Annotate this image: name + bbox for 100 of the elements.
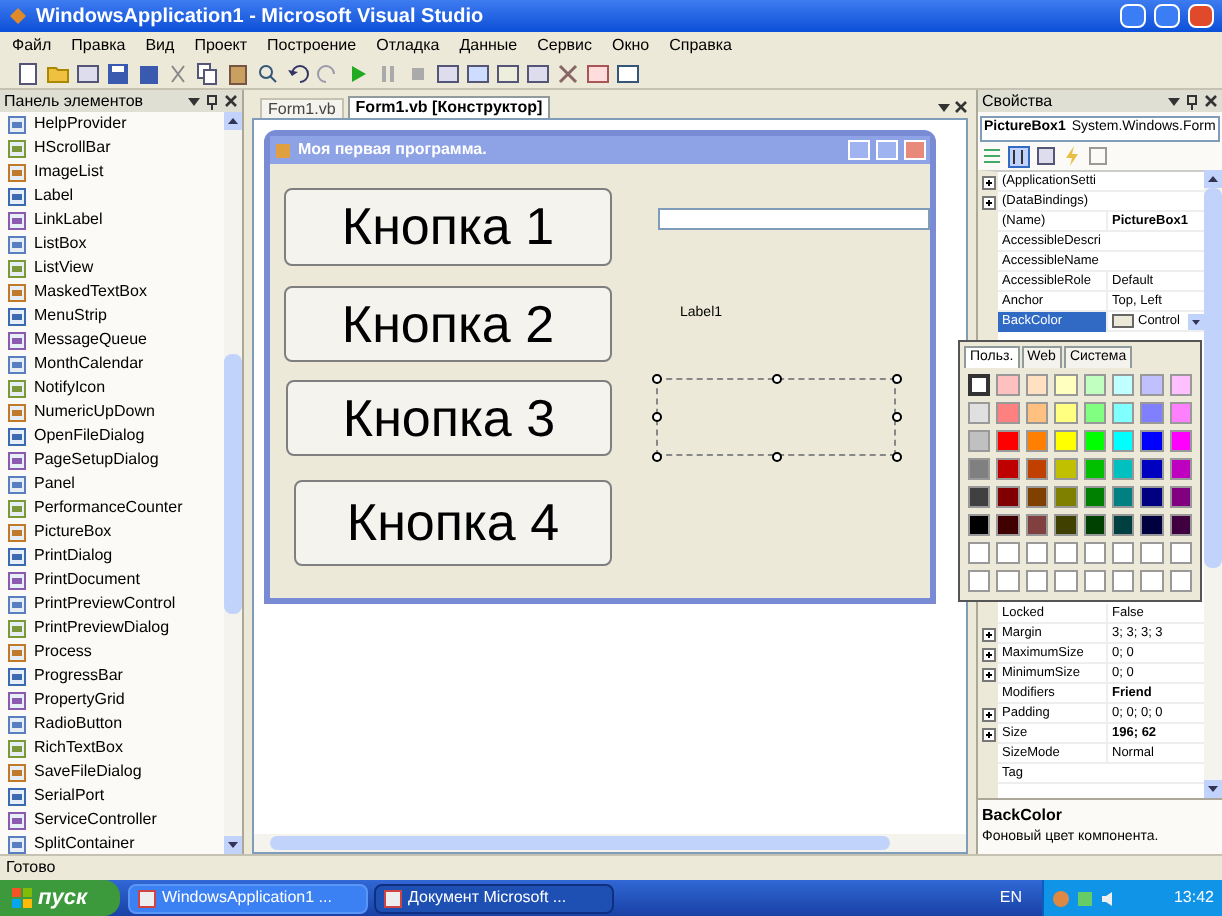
color-swatch[interactable] (996, 458, 1020, 480)
color-swatch[interactable] (1111, 486, 1135, 508)
color-swatch[interactable] (1169, 514, 1192, 536)
toolbox-item[interactable]: PageSetupDialog (0, 448, 224, 472)
copy-icon[interactable] (196, 62, 220, 86)
scissors-icon[interactable] (166, 62, 190, 86)
scroll-up-icon[interactable] (1204, 170, 1222, 188)
resize-handle[interactable] (892, 452, 902, 462)
color-swatch[interactable] (1111, 402, 1135, 424)
scrollbar[interactable] (1204, 170, 1222, 798)
scroll-thumb[interactable] (1204, 188, 1222, 568)
scroll-down-icon[interactable] (224, 836, 242, 854)
toolbox-item[interactable]: HelpProvider (0, 112, 224, 136)
menu-item[interactable]: Отладка (376, 34, 440, 58)
minimize-button[interactable] (1120, 4, 1146, 28)
toolbox-item[interactable]: PictureBox (0, 520, 224, 544)
resize-handle[interactable] (772, 452, 782, 462)
window-icon[interactable] (616, 62, 640, 86)
pin-icon[interactable] (1186, 93, 1198, 109)
color-swatch[interactable] (1054, 430, 1077, 452)
toolbox-item[interactable]: NumericUpDown (0, 400, 224, 424)
color-swatch[interactable] (996, 430, 1020, 452)
toolbox-item[interactable]: SerialPort (0, 784, 224, 808)
play-icon[interactable] (346, 62, 370, 86)
toolbox-item[interactable]: PrintDialog (0, 544, 224, 568)
window-icon[interactable] (436, 62, 460, 86)
menu-item[interactable]: Справка (669, 34, 733, 58)
color-swatch[interactable] (1140, 514, 1164, 536)
color-swatch[interactable] (1025, 374, 1049, 396)
scroll-down-icon[interactable] (1204, 780, 1222, 798)
expand-icon[interactable] (981, 727, 995, 741)
color-swatch[interactable] (1083, 570, 1106, 592)
taskbar-button[interactable]: Документ Microsoft ... (374, 883, 614, 913)
color-swatch[interactable] (1111, 430, 1135, 452)
close-button[interactable] (1188, 4, 1214, 28)
toolbox-item[interactable]: LinkLabel (0, 208, 224, 232)
color-swatch[interactable] (968, 374, 991, 396)
toolbox-item[interactable]: MaskedTextBox (0, 280, 224, 304)
categorized-icon[interactable] (982, 146, 1002, 166)
menu-item[interactable]: Данные (459, 34, 518, 58)
toolbox-item[interactable]: ImageList (0, 160, 224, 184)
menu-item[interactable]: Вид (145, 34, 175, 58)
color-swatch[interactable] (968, 458, 991, 480)
color-swatch[interactable] (1140, 430, 1164, 452)
color-swatch[interactable] (1140, 458, 1164, 480)
scroll-thumb[interactable] (270, 836, 890, 850)
form-button[interactable]: Кнопка 4 (294, 480, 612, 566)
color-swatch[interactable] (1083, 514, 1106, 536)
toolbox-item[interactable]: MonthCalendar (0, 352, 224, 376)
dropdown-button[interactable] (1188, 313, 1204, 329)
color-swatch[interactable] (968, 430, 991, 452)
toolbox-item[interactable]: ListView (0, 256, 224, 280)
expand-icon[interactable] (981, 195, 995, 209)
toolbox-item[interactable]: PerformanceCounter (0, 496, 224, 520)
color-swatch[interactable] (1025, 542, 1049, 564)
window-icon[interactable] (586, 62, 610, 86)
color-swatch[interactable] (1025, 458, 1049, 480)
color-swatch[interactable] (968, 402, 991, 424)
resize-handle[interactable] (652, 412, 662, 422)
toolbox-item[interactable]: RadioButton (0, 712, 224, 736)
toolbox-item[interactable]: PrintPreviewDialog (0, 616, 224, 640)
color-swatch[interactable] (1111, 374, 1135, 396)
toolbox-item[interactable]: ServiceController (0, 808, 224, 832)
color-swatch[interactable] (996, 374, 1020, 396)
color-swatch[interactable] (1054, 374, 1077, 396)
color-swatch[interactable] (1054, 542, 1077, 564)
color-swatch[interactable] (1140, 402, 1164, 424)
color-swatch[interactable] (1169, 486, 1192, 508)
find-icon[interactable] (256, 62, 280, 86)
resize-handle[interactable] (772, 374, 782, 384)
toolbox-item[interactable]: PropertyGrid (0, 688, 224, 712)
color-swatch[interactable] (968, 570, 991, 592)
toolbox-item[interactable]: Label (0, 184, 224, 208)
toolbox-item[interactable]: MenuStrip (0, 304, 224, 328)
document-tab[interactable]: Form1.vb (260, 98, 344, 118)
document-tab[interactable]: Form1.vb [Конструктор] (347, 96, 551, 118)
window-icon[interactable] (76, 62, 100, 86)
toolbox-item[interactable]: SaveFileDialog (0, 760, 224, 784)
color-swatch[interactable] (1140, 374, 1164, 396)
caret-icon[interactable] (938, 104, 950, 112)
menu-item[interactable]: Файл (12, 34, 52, 58)
expand-icon[interactable] (981, 627, 995, 641)
menu-item[interactable]: Проект (194, 34, 248, 58)
maximize-button[interactable] (1154, 4, 1180, 28)
speaker-icon[interactable] (1100, 889, 1118, 907)
menu-item[interactable]: Построение (267, 34, 357, 58)
color-swatch[interactable] (1083, 542, 1106, 564)
document-icon[interactable] (16, 62, 40, 86)
menu-item[interactable]: Сервис (537, 34, 593, 58)
color-swatch[interactable] (1111, 570, 1135, 592)
properties-icon[interactable] (1036, 146, 1056, 166)
toolbox-item[interactable]: Panel (0, 472, 224, 496)
tools-icon[interactable] (556, 62, 580, 86)
caret-icon[interactable] (1168, 97, 1180, 105)
resize-handle[interactable] (652, 452, 662, 462)
expand-icon[interactable] (981, 647, 995, 661)
color-swatch[interactable] (968, 486, 991, 508)
menu-item[interactable]: Правка (71, 34, 126, 58)
start-button[interactable]: пуск (0, 880, 120, 916)
toolbox-item[interactable]: PrintPreviewControl (0, 592, 224, 616)
